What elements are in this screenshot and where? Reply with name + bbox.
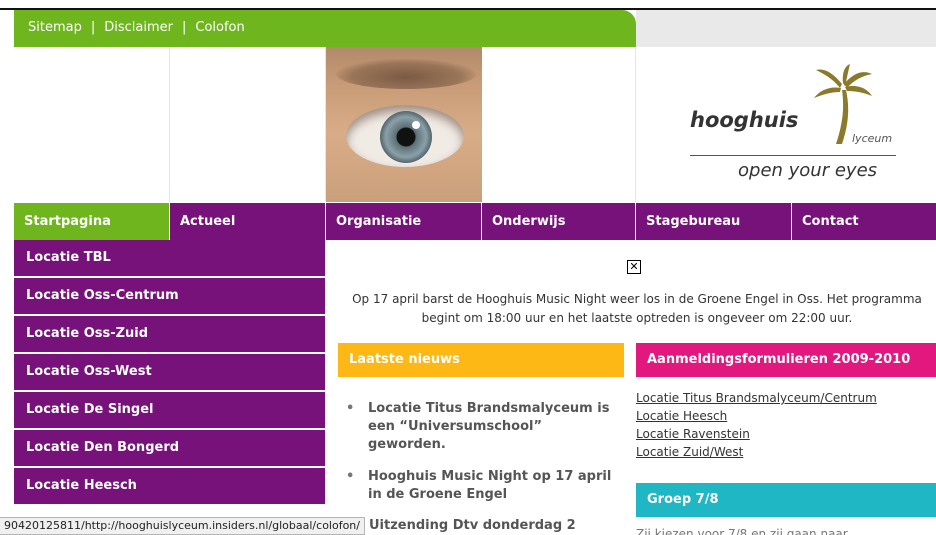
form-link-zuid-west[interactable]: Locatie Zuid/West: [636, 443, 877, 461]
nav-onderwijs[interactable]: Onderwijs: [482, 203, 636, 240]
sidebar-item-oss-zuid[interactable]: Locatie Oss-Zuid: [14, 316, 325, 352]
logo-name: hooghuis: [690, 108, 799, 132]
group-panel-title: Groep 7/8: [636, 483, 936, 517]
form-link-titus-centrum[interactable]: Locatie Titus Brandsmalyceum/Centrum: [636, 389, 877, 407]
music-night-notice: Op 17 april barst de Hooghuis Music Nigh…: [352, 292, 922, 325]
news-panel-title: Laatste nieuws: [338, 343, 624, 377]
logo-divider: [690, 155, 896, 156]
sidebar-item-den-bongerd[interactable]: Locatie Den Bongerd: [14, 430, 325, 466]
browser-status-bar: 90420125811/http://hooghuislyceum.inside…: [0, 517, 365, 535]
forms-panel-title: Aanmeldingsformulieren 2009-2010: [636, 343, 936, 377]
nav-contact[interactable]: Contact: [792, 203, 936, 240]
sitemap-link[interactable]: Sitemap: [28, 20, 82, 35]
sidebar-item-heesch[interactable]: Locatie Heesch: [14, 468, 325, 504]
nav-startpagina[interactable]: Startpagina: [14, 203, 170, 240]
close-icon[interactable]: ✕: [627, 260, 641, 274]
main-navigation: Startpagina Actueel Organisatie Onderwij…: [14, 203, 936, 240]
sidebar-item-de-singel[interactable]: Locatie De Singel: [14, 392, 325, 428]
location-sidebar: Locatie TBL Locatie Oss-Centrum Locatie …: [14, 240, 325, 506]
forms-link-list: Locatie Titus Brandsmalyceum/Centrum Loc…: [636, 389, 877, 461]
top-link-separator: |: [90, 20, 96, 35]
sidebar-item-tbl[interactable]: Locatie TBL: [14, 240, 325, 276]
nav-organisatie[interactable]: Organisatie: [326, 203, 482, 240]
logo-subtitle: lyceum: [852, 132, 893, 145]
news-item-partial[interactable]: Uitzending Dtv donderdag 2: [369, 518, 576, 533]
eye-banner-image: [326, 47, 482, 202]
sidebar-item-oss-west[interactable]: Locatie Oss-West: [14, 354, 325, 390]
header-blank-cell: [482, 47, 636, 202]
top-link-separator: |: [181, 20, 187, 35]
nav-actueel[interactable]: Actueel: [170, 203, 326, 240]
news-item[interactable]: Locatie Titus Brandsmalyceum is een “Uni…: [346, 400, 616, 454]
header-blank-cell: [170, 47, 326, 202]
top-bar-filler: [636, 10, 936, 47]
logo-tagline: open your eyes: [738, 160, 878, 181]
disclaimer-link[interactable]: Disclaimer: [104, 20, 173, 35]
form-link-heesch[interactable]: Locatie Heesch: [636, 407, 877, 425]
top-links: Sitemap | Disclaimer | Colofon: [28, 20, 245, 35]
news-item[interactable]: Hooghuis Music Night op 17 april in de G…: [346, 468, 616, 504]
form-link-ravenstein[interactable]: Locatie Ravenstein: [636, 425, 877, 443]
sidebar-item-oss-centrum[interactable]: Locatie Oss-Centrum: [14, 278, 325, 314]
nav-stagebureau[interactable]: Stagebureau: [636, 203, 792, 240]
header-blank-cell: [14, 47, 170, 202]
colofon-link[interactable]: Colofon: [195, 20, 244, 35]
news-list: Locatie Titus Brandsmalyceum is een “Uni…: [346, 400, 616, 518]
group-text-partial: Zij kiezen voor 7/8 en zij gaan naar: [636, 527, 848, 535]
